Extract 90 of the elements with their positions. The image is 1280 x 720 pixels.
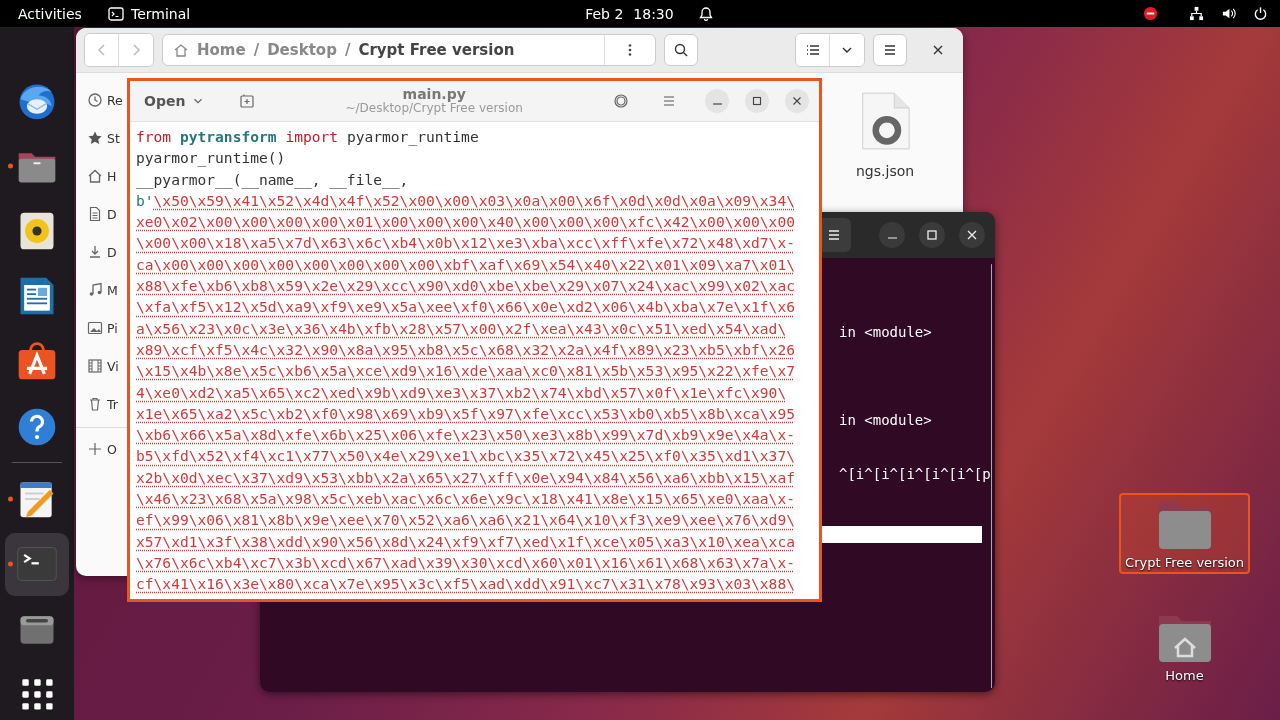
power-icon[interactable]: [1253, 6, 1268, 21]
file-name[interactable]: ngs.json: [856, 163, 915, 179]
settings-icon[interactable]: [613, 93, 629, 109]
plus-icon: [87, 441, 103, 457]
code-line: cf\x41\x16\x3e\x80\xca\x7e\x95\x3c\xf5\xad\xdd\x91\xc7\x31\x78\x93\x03\x88\: [136, 574, 796, 595]
document-icon: [87, 206, 103, 222]
path-crumb[interactable]: Crypt Free version: [358, 41, 515, 59]
code-line: x2b\x0d\xec\x37\xd9\x53\xbb\x2a\x65\x27\xff\x0e\x94\x84\x56\xa6\xbb\x15\xaf: [136, 467, 796, 488]
code-line: \x46\x23\x68\x5a\x98\x5c\xeb\xac\x6c\x6e\x9c\x18\x41\x8e\x15\x65\xe0\xaa\x-: [136, 489, 796, 510]
code-line: from pytransform import pyarmor_runtime: [136, 127, 480, 148]
desktop-icon-selected[interactable]: Crypt Free version: [1119, 493, 1250, 574]
dock-item-active[interactable]: [5, 532, 69, 596]
path-separator: /: [344, 41, 351, 59]
terminal-output-line: in <module>: [839, 412, 932, 430]
terminal-icon: [108, 5, 124, 22]
code-line: 4\xe0\xd2\xa5\x65\xc2\xed\x9b\xd9\xe3\x37\xb2\x74\xbd\x57\x0f\x1e\xfc\x90\: [136, 382, 788, 403]
window-title: main.py: [402, 86, 466, 102]
minimize-button[interactable]: [705, 89, 729, 113]
list-icon: [804, 42, 821, 58]
star-icon: [87, 130, 103, 146]
music-icon: [87, 282, 103, 298]
desktop-icon-label: Crypt Free version: [1125, 555, 1244, 570]
path-separator: /: [253, 41, 260, 59]
maximize-button[interactable]: [745, 89, 769, 113]
time-text[interactable]: 18:30: [633, 5, 674, 22]
maximize-icon: [750, 94, 764, 108]
code-line: b5\xfd\x52\xf4\xc1\x77\x50\x4e\x29\xe1\xbc\x35\x72\x45\x25\xf0\x35\xd1\x37\: [136, 446, 796, 467]
path-crumb[interactable]: Desktop: [267, 41, 337, 59]
maximize-button[interactable]: [919, 222, 945, 248]
sidebar-item[interactable]: Pi: [107, 320, 118, 336]
code-line: \x15\x4b\x8e\x5c\xb6\x5a\xce\xd9\x16\xde\xaa\xc0\x81\x5b\x53\x95\x22\xfe\x7: [136, 361, 796, 382]
sidebar-item[interactable]: O: [107, 441, 117, 457]
code-line: \x76\x6c\xb4\xc7\x3b\xcd\x67\xad\x39\x30\xcd\x60\x01\x16\x61\x68\x63\x7a\x-: [136, 552, 796, 573]
terminal-output-line: in <module>: [839, 324, 932, 342]
video-icon: [87, 358, 103, 374]
menu-icon: [826, 227, 842, 243]
clock-icon: [87, 92, 103, 108]
minimize-icon: [712, 103, 722, 105]
close-button[interactable]: [959, 222, 985, 248]
code-line: ef\x99\x06\x81\x8b\x9e\xee\x70\x52\xa6\xa6\x21\x64\x10\xf3\xe9\xee\x76\xd9\: [136, 510, 796, 531]
home-icon: [173, 42, 189, 58]
network-icon[interactable]: [1189, 6, 1204, 21]
sidebar-item[interactable]: Tr: [107, 396, 118, 412]
terminal-output-line: ^[i^[i^[i^[i^[i^[p: [839, 466, 991, 484]
code-line: __pyarmor__(__name__, __file__,: [136, 169, 410, 190]
trash-icon: [87, 396, 103, 412]
code-line: ca\x00\x00\x00\x00\x00\x00\x00\x00\xbf\xaf\x69\x54\x40\x22\x01\x09\xa7\x01\: [136, 254, 796, 275]
app-name[interactable]: Terminal: [131, 5, 191, 22]
code-line: a\x56\x23\x0c\x3e\x36\x4b\xfb\x28\x57\x00\x2f\xea\x43\x0c\x51\xed\x54\xad\: [136, 318, 788, 339]
sidebar-item[interactable]: D: [107, 206, 117, 222]
code-line: x88\xfe\xb6\xb8\x59\x2e\x29\xcc\x90\xd0\xbe\xbe\x29\x07\x24\xac\x99\x02\xac: [136, 276, 796, 297]
code-line: \xfa\xf5\x12\x5d\xa9\xf9\xe9\x5a\xee\xf0\x66\x0e\xd2\x06\x4b\xba\x7e\x1f\x6: [136, 297, 796, 318]
scrollbar[interactable]: [990, 264, 991, 688]
download-icon: [87, 244, 103, 260]
volume-icon[interactable]: [1221, 6, 1236, 21]
do-not-disturb-icon[interactable]: [1143, 6, 1158, 21]
search-icon: [673, 42, 689, 58]
sidebar-item[interactable]: Vi: [107, 358, 119, 374]
file-icon[interactable]: [859, 91, 912, 151]
search-button[interactable]: [664, 34, 698, 66]
code-line: x57\xd1\x3f\x38\xdd\x90\x56\x8d\x24\xf9\xf7\xed\x1f\xce\x05\xa3\x10\xea\xca: [136, 531, 796, 552]
code-line: b'\x50\x59\x41\x52\x4d\x4f\x52\x00\x00\x03\x0a\x00\x6f\x0d\x0d\x0a\x09\x34\: [136, 190, 796, 211]
activities-button[interactable]: Activities: [18, 5, 108, 22]
sidebar-item[interactable]: H: [107, 168, 117, 184]
menu-icon: [882, 42, 898, 58]
code-line: x89\xcf\xf5\x4c\x32\x90\x8a\x95\xb8\x5c\x68\x32\x2a\x4f\x89\x23\xb5\xbf\x26: [136, 339, 796, 360]
minimize-icon: [887, 237, 897, 239]
new-tab-icon[interactable]: [239, 93, 256, 109]
code-line: pyarmor_runtime(): [136, 148, 287, 169]
code-line: \xb6\x66\x5a\x8d\xfe\x6b\x25\x06\xfe\x23\x50\xe3\x8b\x99\x7d\xb9\x9e\x4a\x-: [136, 425, 796, 446]
sidebar-item[interactable]: M: [107, 282, 118, 298]
open-button[interactable]: Open: [138, 89, 212, 113]
desktop-icon[interactable]: Home: [1148, 606, 1221, 687]
menu-button[interactable]: [873, 34, 907, 66]
path-crumb[interactable]: Home: [197, 41, 246, 59]
home-icon: [87, 168, 103, 184]
maximize-icon: [924, 227, 940, 243]
code-line: \x00\x00\x18\xa5\x7d\x63\x6c\xb4\x0b\x12\xe3\xba\xcc\xff\xfe\x72\x48\xd7\x-: [136, 233, 796, 254]
sidebar-item[interactable]: St: [107, 130, 120, 146]
sidebar-item[interactable]: Re: [107, 92, 123, 108]
sidebar-item[interactable]: D: [107, 244, 117, 260]
code-line: xe0\x02\x00\x00\x00\x00\x01\x00\x00\x00\x40\x00\x00\x00\xfc\x42\x00\x00\x00: [136, 212, 796, 233]
date-text[interactable]: Feb 2: [585, 5, 624, 22]
minimize-button[interactable]: [879, 222, 905, 248]
picture-icon: [87, 320, 103, 336]
code-line: x1e\x65\xa2\x5c\xb2\xf0\x98\x69\xb9\x5f\x97\xfe\xcc\x53\xb0\xb5\x8b\xca\x95: [136, 403, 796, 424]
file-path: ~/Desktop/Crypt Free version: [345, 102, 523, 116]
bell-icon[interactable]: [697, 5, 714, 22]
list-view-button[interactable]: [796, 34, 830, 66]
desktop-icon-label: Home: [1165, 668, 1204, 683]
